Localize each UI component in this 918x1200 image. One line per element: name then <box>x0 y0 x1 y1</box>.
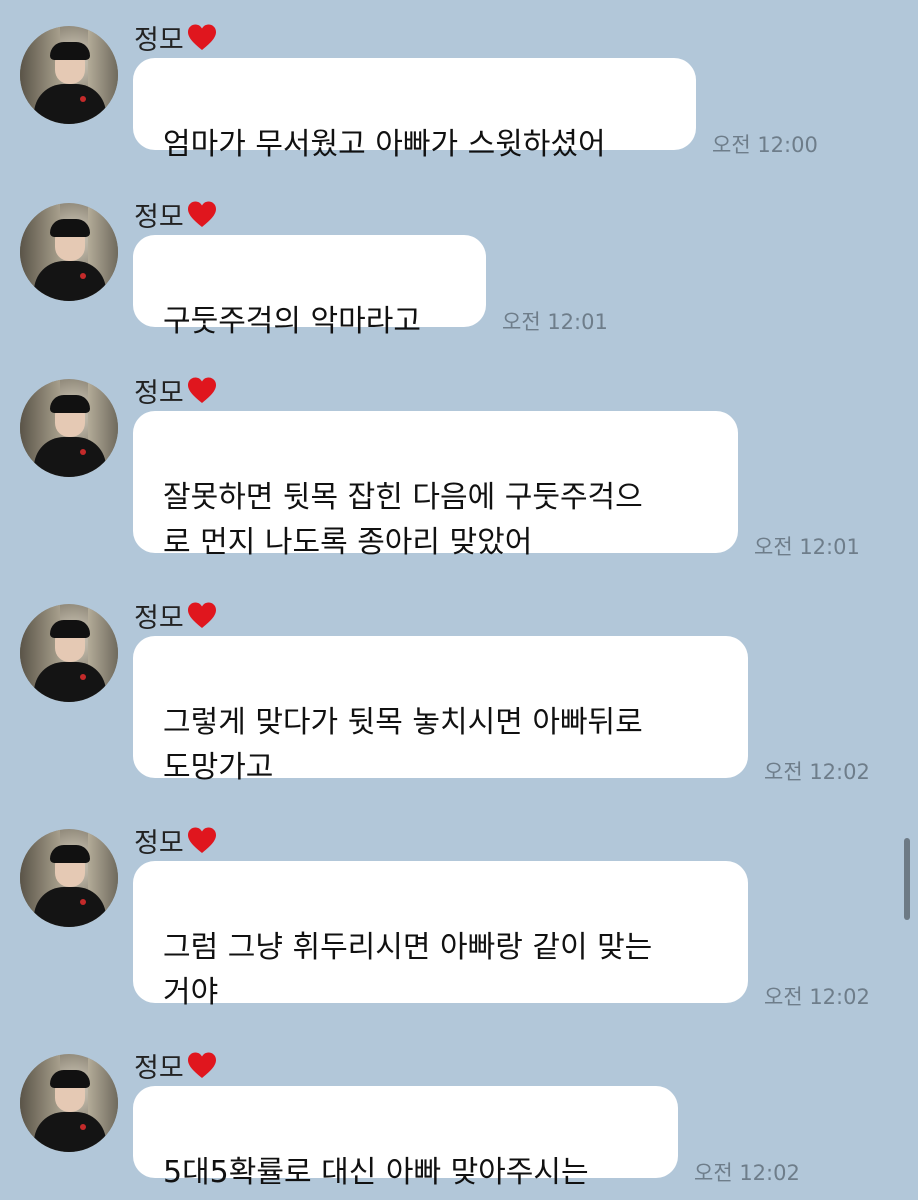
avatar[interactable] <box>20 604 118 702</box>
message-bubble[interactable]: 엄마가 무서웠고 아빠가 스윗하셨어 <box>133 58 696 162</box>
scrollbar[interactable] <box>904 838 910 920</box>
timestamp: 오전 12:02 <box>764 985 870 1009</box>
message-text: 그럼 그냥 휘두리시면 아빠랑 같이 맞는 거야 <box>163 930 653 1010</box>
timestamp: 오전 12:01 <box>754 535 860 559</box>
avatar[interactable] <box>20 203 118 301</box>
message-text: 잘못하면 뒷목 잡힌 다음에 구둣주걱으 로 먼지 나도록 종아리 맞았어 <box>163 480 643 560</box>
heart-icon <box>187 827 216 853</box>
message-text: 구둣주걱의 악마라고 <box>163 304 421 339</box>
heart-icon <box>187 1052 216 1078</box>
avatar[interactable] <box>20 1054 118 1152</box>
message-bubble[interactable]: 5대5확률로 대신 아빠 맞아주시는 <box>133 1086 678 1190</box>
sender-name: 정모 <box>134 596 218 635</box>
sender-name: 정모 <box>134 18 218 57</box>
timestamp: 오전 12:01 <box>502 310 608 334</box>
sender-name-text: 정모 <box>134 1053 184 1084</box>
message-bubble[interactable]: 잘못하면 뒷목 잡힌 다음에 구둣주걱으 로 먼지 나도록 종아리 맞았어 <box>133 411 738 560</box>
sender-name: 정모 <box>134 1046 218 1085</box>
message-bubble[interactable]: 구둣주걱의 악마라고 <box>133 235 486 339</box>
heart-icon <box>187 24 216 50</box>
message-text: 그렇게 맞다가 뒷목 놓치시면 아빠뒤로 도망가고 <box>163 705 643 785</box>
avatar[interactable] <box>20 26 118 124</box>
sender-name-text: 정모 <box>134 828 184 859</box>
sender-name-text: 정모 <box>134 202 184 233</box>
heart-icon <box>187 201 216 227</box>
timestamp: 오전 12:02 <box>764 760 870 784</box>
sender-name-text: 정모 <box>134 378 184 409</box>
sender-name: 정모 <box>134 371 218 410</box>
timestamp: 오전 12:02 <box>694 1161 800 1185</box>
avatar[interactable] <box>20 829 118 927</box>
chat-area[interactable]: 정모 엄마가 무서웠고 아빠가 스윗하셨어 오전 12:00 정모 구둣주걱의 … <box>0 0 918 1200</box>
sender-name-text: 정모 <box>134 603 184 634</box>
message-bubble[interactable]: 그렇게 맞다가 뒷목 놓치시면 아빠뒤로 도망가고 <box>133 636 748 785</box>
message-text: 엄마가 무서웠고 아빠가 스윗하셨어 <box>163 127 606 162</box>
timestamp: 오전 12:00 <box>712 133 818 157</box>
message-bubble[interactable]: 그럼 그냥 휘두리시면 아빠랑 같이 맞는 거야 <box>133 861 748 1010</box>
sender-name-text: 정모 <box>134 25 184 56</box>
avatar[interactable] <box>20 379 118 477</box>
sender-name: 정모 <box>134 821 218 860</box>
message-text: 5대5확률로 대신 아빠 맞아주시는 <box>163 1155 589 1190</box>
heart-icon <box>187 377 216 403</box>
sender-name: 정모 <box>134 195 218 234</box>
heart-icon <box>187 602 216 628</box>
